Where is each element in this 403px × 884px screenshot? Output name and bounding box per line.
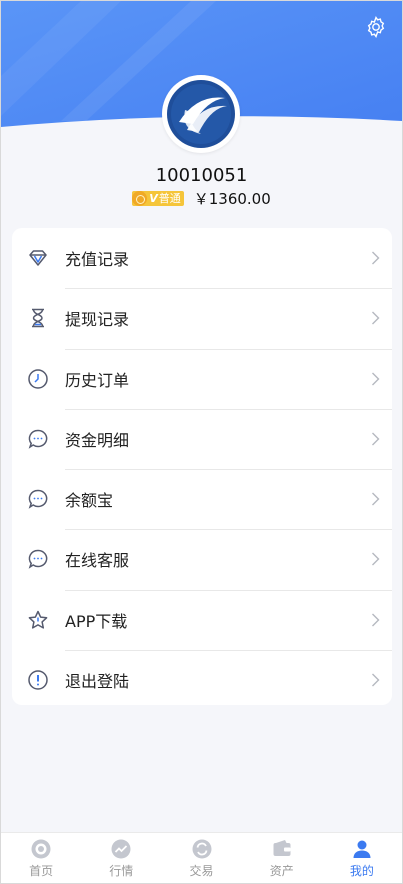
tab-mine[interactable]: 我的 <box>322 833 402 883</box>
user-id: 10010051 <box>155 165 248 186</box>
vip-prefix: V <box>149 192 158 205</box>
menu-label: 提现记录 <box>65 310 130 330</box>
trend-icon <box>111 839 131 859</box>
clock-icon <box>28 368 48 389</box>
tab-label: 行情 <box>109 864 134 878</box>
tab-label: 我的 <box>349 864 374 878</box>
menu-label: APP下载 <box>65 611 128 631</box>
bottom-tab-bar: 首页 行情 交易 资产 我的 <box>1 832 402 883</box>
menu-item-withdraw-records[interactable]: 提现记录 <box>12 288 392 348</box>
tab-home[interactable]: 首页 <box>1 833 81 883</box>
app-frame: 10010051 V 普通 ￥1360.00 充值记录 提现记录 历史订单 资金… <box>0 0 403 884</box>
chat-bubble-icon <box>28 550 48 570</box>
avatar[interactable] <box>162 75 240 153</box>
menu-list: 充值记录 提现记录 历史订单 资金明细 余额宝 在线客服 APP下载 退出登陆 <box>12 228 392 705</box>
vip-badge: V 普通 <box>132 191 184 206</box>
menu-label: 在线客服 <box>65 551 130 571</box>
menu-item-recharge-records[interactable]: 充值记录 <box>12 228 392 288</box>
menu-item-fund-details[interactable]: 资金明细 <box>12 408 392 469</box>
menu-label: 充值记录 <box>65 250 130 270</box>
menu-item-customer-service[interactable]: 在线客服 <box>12 529 392 589</box>
chevron-right-icon <box>372 251 380 265</box>
user-meta: V 普通 ￥1360.00 <box>1 188 402 209</box>
coin-icon <box>132 191 148 206</box>
menu-label: 退出登陆 <box>65 671 130 691</box>
chevron-right-icon <box>372 311 380 325</box>
balance: ￥1360.00 <box>193 190 271 208</box>
hourglass-icon <box>32 309 44 328</box>
person-icon <box>353 840 371 858</box>
exclamation-icon <box>28 670 48 690</box>
menu-item-app-download[interactable]: APP下载 <box>12 589 392 650</box>
menu-label: 余额宝 <box>65 491 114 511</box>
chevron-right-icon <box>372 432 380 446</box>
chevron-right-icon <box>372 552 380 566</box>
menu-item-order-history[interactable]: 历史订单 <box>12 348 392 409</box>
chevron-right-icon <box>372 372 380 386</box>
tab-assets[interactable]: 资产 <box>242 833 322 883</box>
menu-label: 历史订单 <box>65 370 130 390</box>
tab-label: 资产 <box>269 864 294 878</box>
tab-label: 首页 <box>29 864 54 878</box>
tab-trade[interactable]: 交易 <box>161 833 241 883</box>
chat-bubble-icon <box>28 429 48 449</box>
menu-label: 资金明细 <box>65 430 130 450</box>
chevron-right-icon <box>372 613 380 627</box>
gear-icon[interactable] <box>364 15 388 39</box>
menu-item-logout[interactable]: 退出登陆 <box>12 649 392 710</box>
logo-avatar <box>167 80 235 148</box>
tab-label: 交易 <box>189 864 214 878</box>
vip-label: 普通 <box>158 192 181 205</box>
chevron-right-icon <box>372 673 380 687</box>
tab-market[interactable]: 行情 <box>81 833 161 883</box>
chevron-right-icon <box>372 492 380 506</box>
trade-icon <box>192 839 211 859</box>
star-icon <box>28 610 48 629</box>
menu-item-yuebao[interactable]: 余额宝 <box>12 469 392 529</box>
diamond-icon <box>29 250 47 266</box>
wallet-icon <box>273 840 291 856</box>
home-icon <box>31 839 51 859</box>
chat-bubble-icon <box>28 489 48 509</box>
